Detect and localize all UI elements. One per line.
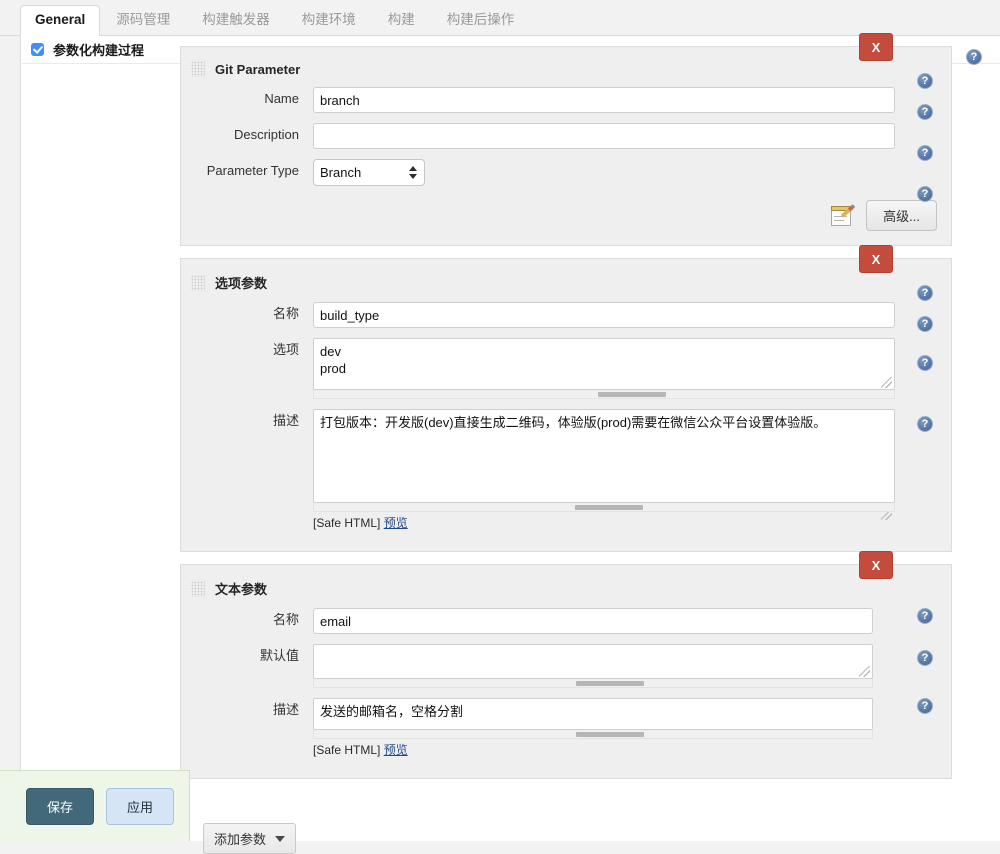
apply-button[interactable]: 应用 [106,788,174,825]
form-action-bar: 保存 应用 [0,770,190,841]
panel-git-parameter: X Git Parameter ? Name ? Description ? P… [180,46,952,246]
field-row-default-value: 默认值 [181,644,951,698]
safe-html-label: [Safe HTML] [313,516,380,530]
horizontal-scrollbar[interactable] [313,503,895,512]
horizontal-scrollbar[interactable] [313,679,873,688]
field-row-description: 描述 发送的邮箱名，空格分割 [Safe HTML] 预览 [181,698,951,768]
delete-button-choice-parameter[interactable]: X [859,245,893,273]
panel-header-choice-parameter: 选项参数 [181,267,951,302]
tab-bar: General 源码管理 构建触发器 构建环境 构建 构建后操作 [0,0,1000,36]
drag-handle-icon[interactable] [191,61,205,77]
textarea-choice-parameter-choices[interactable]: dev prod [313,338,895,390]
tab-source-code-management[interactable]: 源码管理 [100,6,186,36]
label-description: Description [181,123,313,143]
notepad-pencil-icon [830,204,856,228]
tab-build-triggers[interactable]: 构建触发器 [186,6,286,36]
horizontal-scrollbar[interactable] [313,730,873,739]
add-parameter-button[interactable]: 添加参数 [203,823,296,854]
panel-text-parameter: X 文本参数 名称 ? 默认值 ? 描述 发送的邮箱名，空格分割 [180,564,952,779]
save-button[interactable]: 保存 [26,788,94,825]
help-icon-text-parameter-description[interactable]: ? [917,698,933,714]
field-row-parameter-type: Parameter Type Branch [181,159,951,196]
delete-button-text-parameter[interactable]: X [859,551,893,579]
tab-build[interactable]: 构建 [372,6,431,36]
field-row-description: Description [181,123,951,159]
input-git-parameter-name[interactable] [313,87,895,113]
textarea-text-parameter-description[interactable]: 发送的邮箱名，空格分割 [313,698,873,730]
parameterized-build-checkbox[interactable] [31,43,44,56]
drag-handle-icon[interactable] [191,275,205,291]
help-icon-text-parameter-default[interactable]: ? [917,650,933,666]
input-choice-parameter-name[interactable] [313,302,895,328]
label-default-value: 默认值 [181,644,313,664]
safe-html-row: [Safe HTML] 预览 [313,512,895,531]
panel-title-git-parameter: Git Parameter [215,62,300,77]
select-git-parameter-type[interactable]: Branch [313,159,425,186]
textarea-choice-parameter-description[interactable]: 打包版本：开发版(dev)直接生成二维码，体验版(prod)需要在微信公众平台设… [313,409,895,503]
field-row-description: 描述 打包版本：开发版(dev)直接生成二维码，体验版(prod)需要在微信公众… [181,409,951,541]
add-parameter-label: 添加参数 [214,829,266,848]
help-icon-git-parameter[interactable]: ? [917,73,933,89]
label-choices: 选项 [181,338,313,358]
field-row-choices: 选项 dev prod [181,338,951,409]
help-icon-choice-parameter-description[interactable]: ? [917,416,933,432]
input-text-parameter-name[interactable] [313,608,873,634]
tab-general[interactable]: General [20,5,100,37]
help-icon-git-parameter-name[interactable]: ? [917,104,933,120]
safe-html-row: [Safe HTML] 预览 [313,739,873,758]
label-description: 描述 [181,409,313,429]
field-row-name: 名称 [181,302,951,338]
advanced-button[interactable]: 高级... [866,200,937,231]
parameter-panels: X Git Parameter ? Name ? Description ? P… [180,46,980,791]
textarea-text-parameter-default[interactable] [313,644,873,679]
help-icon-text-parameter-name[interactable]: ? [917,608,933,624]
help-icon-parameter-type[interactable]: ? [917,186,933,202]
parameterized-build-label: 参数化构建过程 [53,40,144,59]
preview-link[interactable]: 预览 [384,743,408,757]
horizontal-scrollbar[interactable] [313,390,895,399]
delete-button-git-parameter[interactable]: X [859,33,893,61]
tab-build-environment[interactable]: 构建环境 [286,6,372,36]
panel-choice-parameter: X 选项参数 ? 名称 ? 选项 dev prod ? 描述 打包版本：开发版( [180,258,952,552]
label-name: 名称 [181,608,313,628]
preview-link[interactable]: 预览 [384,516,408,530]
tab-post-build-actions[interactable]: 构建后操作 [431,6,531,36]
label-parameter-type: Parameter Type [181,159,313,179]
label-description: 描述 [181,698,313,718]
label-name: Name [181,87,313,107]
drag-handle-icon[interactable] [191,581,205,597]
help-icon-choice-parameter[interactable]: ? [917,285,933,301]
select-wrapper-parameter-type: Branch [313,159,425,186]
safe-html-label: [Safe HTML] [313,743,380,757]
panel-title-choice-parameter: 选项参数 [215,273,267,292]
field-row-name: Name [181,87,951,123]
panel-header-git-parameter: Git Parameter [181,55,951,87]
panel-header-text-parameter: 文本参数 [181,573,951,608]
help-icon-choice-parameter-choices[interactable]: ? [917,355,933,371]
label-name: 名称 [181,302,313,322]
advanced-row: 高级... [181,196,951,231]
help-icon-choice-parameter-name[interactable]: ? [917,316,933,332]
panel-title-text-parameter: 文本参数 [215,579,267,598]
field-row-name: 名称 [181,608,951,644]
input-git-parameter-description[interactable] [313,123,895,149]
